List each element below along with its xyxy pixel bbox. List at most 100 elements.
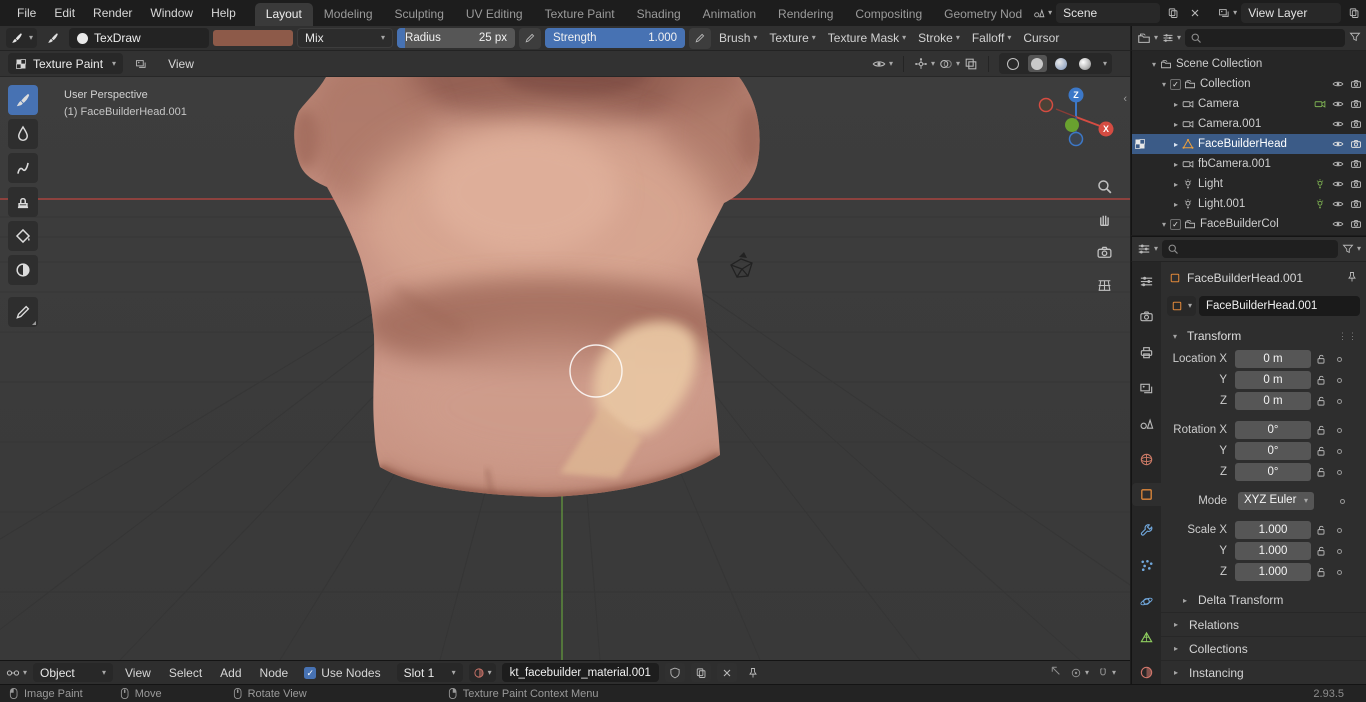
properties-editor-type-button[interactable]: ▾ bbox=[1137, 242, 1158, 256]
outliner-item-collection[interactable]: ▾ ✓ Collection bbox=[1132, 74, 1366, 94]
tool-mask-button[interactable] bbox=[8, 255, 38, 285]
lock-icon[interactable] bbox=[1311, 353, 1331, 365]
outliner-search-input[interactable] bbox=[1185, 29, 1345, 47]
use-nodes-toggle[interactable]: ✓ Use Nodes bbox=[304, 666, 381, 680]
scene-browse-button[interactable]: ▾ bbox=[1033, 7, 1052, 19]
shader-select-menu[interactable]: Select bbox=[163, 666, 208, 680]
view-layer-new-copy-button[interactable] bbox=[1345, 4, 1363, 22]
tab-view-layer-properties[interactable] bbox=[1132, 377, 1162, 400]
shading-rendered-button[interactable] bbox=[1076, 55, 1095, 72]
fake-user-shield-button[interactable] bbox=[664, 663, 685, 682]
expand-arrow-icon[interactable]: ▸ bbox=[1170, 140, 1182, 149]
scene-unlink-button[interactable] bbox=[1186, 4, 1204, 22]
outliner-item-light-001[interactable]: ▸ Light.001 bbox=[1132, 194, 1366, 214]
location-x-field[interactable]: 0 m bbox=[1235, 350, 1311, 368]
lock-icon[interactable] bbox=[1311, 545, 1331, 557]
rotation-x-field[interactable]: 0° bbox=[1235, 421, 1311, 439]
gizmo-minus-x-ball[interactable] bbox=[1038, 97, 1054, 113]
panel-relations[interactable]: ▸ Relations bbox=[1161, 612, 1366, 636]
animate-dot[interactable] bbox=[1331, 569, 1347, 575]
gizmo-minus-z-ball[interactable] bbox=[1068, 131, 1084, 147]
location-z-field[interactable]: 0 m bbox=[1235, 392, 1311, 410]
expand-arrow-icon[interactable]: ▾ bbox=[1158, 80, 1170, 89]
tab-object-data-properties[interactable] bbox=[1132, 626, 1162, 649]
panel-instancing[interactable]: ▸ Instancing bbox=[1161, 660, 1366, 684]
material-slot-dropdown[interactable]: Slot 1 ▾ bbox=[396, 663, 463, 682]
tab-physics-properties[interactable] bbox=[1132, 590, 1162, 613]
outliner-item-facebuildercol[interactable]: ▾ ✓ FaceBuilderCol bbox=[1132, 214, 1366, 234]
hide-eye-icon[interactable] bbox=[1332, 198, 1344, 210]
strength-pressure-toggle[interactable] bbox=[689, 27, 712, 49]
location-y-field[interactable]: 0 m bbox=[1235, 371, 1311, 389]
tab-output-properties[interactable] bbox=[1132, 341, 1162, 364]
pin-icon[interactable] bbox=[1346, 271, 1358, 286]
tab-texture-paint[interactable]: Texture Paint bbox=[534, 3, 626, 26]
tab-object-properties[interactable] bbox=[1131, 483, 1162, 507]
outliner-item-facebuilderhead[interactable]: ▸ FaceBuilderHead bbox=[1132, 134, 1366, 154]
animate-dot[interactable] bbox=[1331, 448, 1347, 454]
tool-smear-button[interactable] bbox=[8, 153, 38, 183]
outliner-item-scene-collection[interactable]: ▾ Scene Collection bbox=[1132, 54, 1366, 74]
hide-eye-icon[interactable] bbox=[1332, 158, 1344, 170]
render-visibility-icon[interactable] bbox=[1350, 118, 1362, 130]
tab-scene-properties[interactable] bbox=[1132, 412, 1162, 435]
xray-toggle[interactable] bbox=[964, 57, 978, 71]
render-visibility-icon[interactable] bbox=[1350, 198, 1362, 210]
lock-icon[interactable] bbox=[1311, 566, 1331, 578]
unlink-material-button[interactable] bbox=[716, 663, 737, 682]
animate-dot[interactable] bbox=[1331, 427, 1347, 433]
shading-solid-button[interactable] bbox=[1027, 55, 1047, 72]
expand-arrow-icon[interactable]: ▸ bbox=[1170, 160, 1182, 169]
hide-eye-icon[interactable] bbox=[1332, 178, 1344, 190]
shader-add-menu[interactable]: Add bbox=[214, 666, 247, 680]
outliner-display-mode-button[interactable]: ▾ bbox=[1162, 32, 1181, 44]
expand-arrow-icon[interactable]: ▸ bbox=[1170, 180, 1182, 189]
tab-render-properties[interactable] bbox=[1132, 306, 1162, 329]
menu-window[interactable]: Window bbox=[141, 0, 202, 26]
shading-material-button[interactable] bbox=[1052, 55, 1071, 72]
gizmo-y-ball[interactable] bbox=[1065, 118, 1079, 132]
tab-world-properties[interactable] bbox=[1132, 448, 1162, 471]
outliner-item-light[interactable]: ▸ Light bbox=[1132, 174, 1366, 194]
tab-compositing[interactable]: Compositing bbox=[844, 3, 933, 26]
collection-checkbox[interactable]: ✓ bbox=[1170, 218, 1181, 230]
tool-clone-button[interactable] bbox=[8, 187, 38, 217]
hide-eye-icon[interactable] bbox=[1332, 218, 1344, 230]
tab-rendering[interactable]: Rendering bbox=[767, 3, 844, 26]
radius-slider[interactable]: Radius 25 px bbox=[397, 28, 516, 48]
view-layer-name-field[interactable]: View Layer bbox=[1241, 3, 1342, 23]
shading-wireframe-button[interactable] bbox=[1004, 55, 1023, 72]
hide-eye-icon[interactable] bbox=[1332, 78, 1344, 90]
collection-checkbox[interactable]: ✓ bbox=[1170, 78, 1181, 90]
object-visibility-dropdown[interactable]: ▾ bbox=[872, 57, 893, 71]
viewport-view-menu[interactable]: View bbox=[159, 51, 203, 77]
object-browse-button[interactable]: ▾ bbox=[1167, 296, 1197, 316]
lock-icon[interactable] bbox=[1311, 374, 1331, 386]
animate-dot[interactable] bbox=[1334, 498, 1350, 504]
tab-modifier-properties[interactable] bbox=[1132, 519, 1162, 542]
brush-preview-button[interactable]: ▾ bbox=[6, 28, 38, 48]
tab-material-properties[interactable] bbox=[1132, 661, 1162, 684]
tab-particles-properties[interactable] bbox=[1132, 555, 1162, 578]
menu-edit[interactable]: Edit bbox=[45, 0, 84, 26]
render-visibility-icon[interactable] bbox=[1350, 158, 1362, 170]
brush-name-field[interactable]: TexDraw bbox=[69, 28, 210, 48]
lock-icon[interactable] bbox=[1311, 424, 1331, 436]
lock-icon[interactable] bbox=[1311, 524, 1331, 536]
shader-editor-type-button[interactable]: ▾ bbox=[6, 666, 27, 680]
insert-offset-icon[interactable] bbox=[1050, 665, 1062, 680]
panel-collections[interactable]: ▸ Collections bbox=[1161, 636, 1366, 660]
tab-sculpting[interactable]: Sculpting bbox=[384, 3, 455, 26]
snapping-button[interactable]: ▾ bbox=[1097, 667, 1116, 679]
animate-dot[interactable] bbox=[1331, 398, 1347, 404]
render-visibility-icon[interactable] bbox=[1350, 178, 1362, 190]
hide-eye-icon[interactable] bbox=[1332, 118, 1344, 130]
shader-type-dropdown[interactable]: Object ▾ bbox=[33, 663, 114, 682]
outliner-item-fbcamera-001[interactable]: ▸ fbCamera.001 bbox=[1132, 154, 1366, 174]
scale-z-field[interactable]: 1.000 bbox=[1235, 563, 1311, 581]
view-layer-browse-button[interactable]: ▾ bbox=[1218, 7, 1237, 19]
rotation-y-field[interactable]: 0° bbox=[1235, 442, 1311, 460]
animate-dot[interactable] bbox=[1331, 377, 1347, 383]
menu-file[interactable]: File bbox=[8, 0, 45, 26]
animate-dot[interactable] bbox=[1331, 356, 1347, 362]
